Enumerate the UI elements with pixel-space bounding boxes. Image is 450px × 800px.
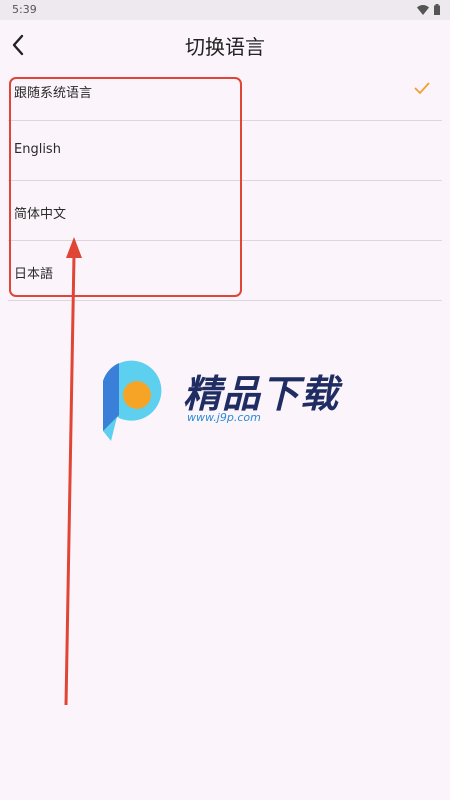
language-label: 日本語	[14, 267, 54, 282]
language-option-english[interactable]: English	[8, 121, 442, 181]
watermark-brand: 精品下载	[183, 372, 340, 416]
battery-icon	[434, 4, 440, 15]
check-icon	[414, 82, 430, 95]
language-label: 跟随系统语言	[14, 86, 93, 101]
wifi-icon	[417, 4, 429, 15]
watermark-url: www.j9p.com	[187, 411, 261, 424]
j9p-logo-icon	[103, 360, 162, 441]
status-time: 5:39	[12, 3, 37, 16]
language-label: 简体中文	[14, 207, 67, 222]
language-label: English	[14, 142, 61, 157]
language-list: 跟随系统语言 English 简体中文 日本語	[8, 61, 442, 301]
page-title: 切换语言	[185, 35, 265, 59]
status-icons	[417, 4, 440, 15]
language-option-system[interactable]: 跟随系统语言	[8, 61, 442, 121]
language-option-japanese[interactable]: 日本語	[8, 241, 442, 301]
watermark: 精品下载 www.j9p.com	[95, 355, 355, 445]
status-bar: 5:39	[0, 0, 450, 20]
language-option-simplified-chinese[interactable]: 简体中文	[8, 181, 442, 241]
